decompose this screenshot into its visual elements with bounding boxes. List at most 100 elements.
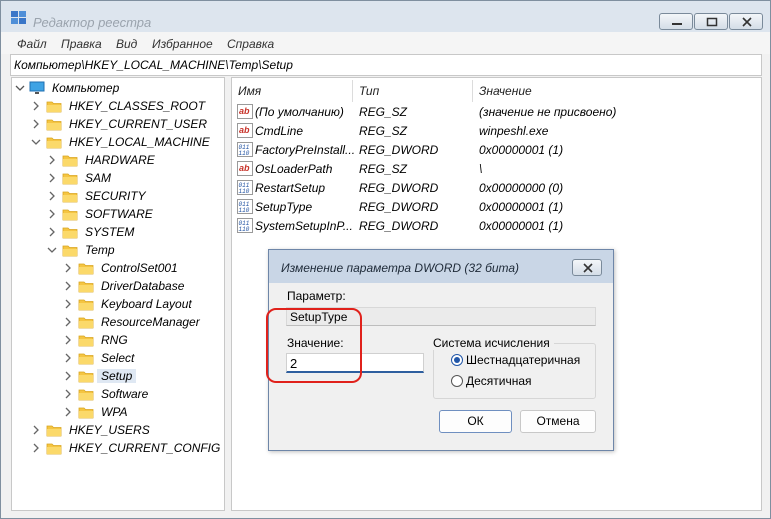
chevron-right-icon[interactable] — [31, 100, 41, 112]
folder-icon — [62, 227, 78, 239]
chevron-right-icon[interactable] — [31, 442, 41, 454]
title-bar[interactable]: Редактор реестра — [1, 1, 770, 32]
tree-item-label: ControlSet001 — [101, 261, 178, 275]
radio-hex[interactable] — [451, 354, 463, 366]
table-row[interactable]: ab OsLoaderPath REG_SZ \ — [232, 159, 761, 178]
svg-text:ab: ab — [239, 125, 250, 135]
chevron-right-icon[interactable] — [63, 370, 73, 382]
minimize-button[interactable] — [659, 13, 693, 30]
ok-button[interactable]: ОК — [439, 410, 512, 433]
svg-text:110: 110 — [239, 226, 250, 233]
chevron-right-icon[interactable] — [63, 298, 73, 310]
base-groupbox — [433, 343, 596, 399]
chevron-right-icon[interactable] — [47, 154, 57, 166]
string-value-icon: ab — [237, 104, 253, 119]
dialog-title-bar[interactable]: Изменение параметра DWORD (32 бита) — [269, 250, 613, 283]
chevron-right-icon[interactable] — [31, 424, 41, 436]
chevron-down-icon[interactable] — [47, 244, 57, 256]
chevron-right-icon[interactable] — [63, 316, 73, 328]
column-header-type[interactable]: Тип — [359, 84, 379, 98]
tree-item[interactable]: SAM — [47, 169, 224, 187]
table-row[interactable]: 011 110 SetupType REG_DWORD 0x00000001 (1) — [232, 197, 761, 216]
maximize-icon — [706, 17, 718, 27]
chevron-right-icon[interactable] — [63, 334, 73, 346]
menu-file[interactable]: Файл — [17, 37, 47, 51]
chevron-down-icon — [15, 85, 25, 91]
menu-favorites[interactable]: Избранное — [152, 37, 213, 51]
column-divider[interactable] — [352, 80, 353, 102]
tree-item[interactable]: WPA — [63, 403, 224, 421]
chevron-right-icon[interactable] — [47, 190, 57, 202]
tree-item-label: HKEY_CLASSES_ROOT — [69, 99, 206, 113]
value-type: REG_SZ — [359, 105, 408, 119]
menu-bar: Файл Правка Вид Избранное Справка — [1, 32, 770, 54]
table-row[interactable]: ab CmdLine REG_SZ winpeshl.exe — [232, 121, 761, 140]
tree-item[interactable]: HKEY_CURRENT_CONFIG — [31, 439, 220, 457]
table-row[interactable]: 011 110 SystemSetupInP... REG_DWORD 0x000000… — [232, 216, 761, 235]
chevron-right-icon[interactable] — [47, 208, 57, 220]
menu-edit[interactable]: Правка — [61, 37, 102, 51]
close-button[interactable] — [729, 13, 763, 30]
tree-item[interactable]: SECURITY — [47, 187, 224, 205]
address-bar[interactable]: Компьютер\HKEY_LOCAL_MACHINE\Temp\Setup — [10, 54, 762, 76]
tree-item-computer[interactable]: Компьютер — [15, 79, 215, 97]
chevron-right-icon[interactable] — [47, 172, 57, 184]
radio-dec-label[interactable]: Десятичная — [466, 374, 532, 388]
chevron-right-icon[interactable] — [47, 226, 57, 238]
folder-icon — [62, 155, 78, 167]
chevron-right-icon[interactable] — [31, 118, 41, 130]
tree-item[interactable]: Software — [63, 385, 224, 403]
tree-item[interactable]: SOFTWARE — [47, 205, 224, 223]
tree-item[interactable]: HKEY_CURRENT_USER — [31, 115, 211, 133]
tree-item[interactable]: Temp — [47, 241, 224, 259]
tree-item[interactable]: RNG — [63, 331, 224, 349]
tree-item-label: SAM — [85, 171, 112, 185]
tree-item[interactable]: Select — [63, 349, 224, 367]
dialog-close-button[interactable] — [572, 259, 602, 276]
chevron-down-icon[interactable] — [31, 136, 41, 148]
binary-value-icon: 011110 — [237, 199, 253, 214]
tree-item[interactable]: Keyboard Layout — [63, 295, 224, 313]
radio-dec[interactable] — [451, 375, 463, 387]
chevron-right-icon[interactable] — [63, 280, 73, 292]
tree-item[interactable]: ResourceManager — [63, 313, 224, 331]
tree-item[interactable]: HARDWARE — [47, 151, 224, 169]
svg-text:ab: ab — [239, 163, 250, 173]
tree-item-label: Select — [101, 351, 135, 365]
folder-icon — [78, 281, 94, 293]
table-row[interactable]: 011 110 RestartSetup REG_DWORD 0x00000000 (0… — [232, 178, 761, 197]
menu-view[interactable]: Вид — [116, 37, 137, 51]
tree-item[interactable]: ControlSet001 — [63, 259, 224, 277]
column-header-value[interactable]: Значение — [479, 84, 532, 98]
tree-item[interactable]: HKEY_LOCAL_MACHINE — [31, 133, 211, 151]
tree-item[interactable]: DriverDatabase — [63, 277, 224, 295]
chevron-right-icon[interactable] — [63, 262, 73, 274]
maximize-button[interactable] — [694, 13, 728, 30]
menu-help[interactable]: Справка — [227, 37, 274, 51]
folder-icon — [78, 389, 94, 401]
binary-value-icon: 011110 — [237, 142, 253, 157]
column-header-name[interactable]: Имя — [238, 84, 261, 98]
tree-item[interactable]: HKEY_USERS — [31, 421, 211, 439]
tree-item-label: HKEY_USERS — [69, 423, 150, 437]
table-row[interactable]: 011 110 FactoryPreInstall... REG_DWORD 0x000… — [232, 140, 761, 159]
tree-item[interactable]: SYSTEM — [47, 223, 224, 241]
tree-item-label: Setup — [97, 369, 137, 383]
folder-icon — [78, 371, 94, 383]
tree-item[interactable]: Setup — [63, 367, 224, 385]
folder-icon — [78, 263, 94, 275]
chevron-right-icon[interactable] — [63, 388, 73, 400]
radio-hex-label[interactable]: Шестнадцатеричная — [466, 353, 580, 367]
tree-pane: Компьютер HKEY_CLASSES_ROOT HKEY_CURRENT_… — [11, 77, 225, 511]
chevron-right-icon[interactable] — [63, 352, 73, 364]
value-data: (значение не присвоено) — [479, 105, 617, 119]
column-divider[interactable] — [472, 80, 473, 102]
value-name: (По умолчанию) — [255, 105, 344, 119]
tree-item-label: ResourceManager — [101, 315, 200, 329]
tree-item[interactable]: HKEY_CLASSES_ROOT — [31, 97, 211, 115]
value-data: 0x00000001 (1) — [479, 219, 564, 233]
cancel-button[interactable]: Отмена — [520, 410, 596, 433]
binary-value-icon: 011110 — [237, 218, 253, 233]
table-row[interactable]: ab (По умолчанию) REG_SZ (значение не присв… — [232, 102, 761, 121]
chevron-right-icon[interactable] — [63, 406, 73, 418]
